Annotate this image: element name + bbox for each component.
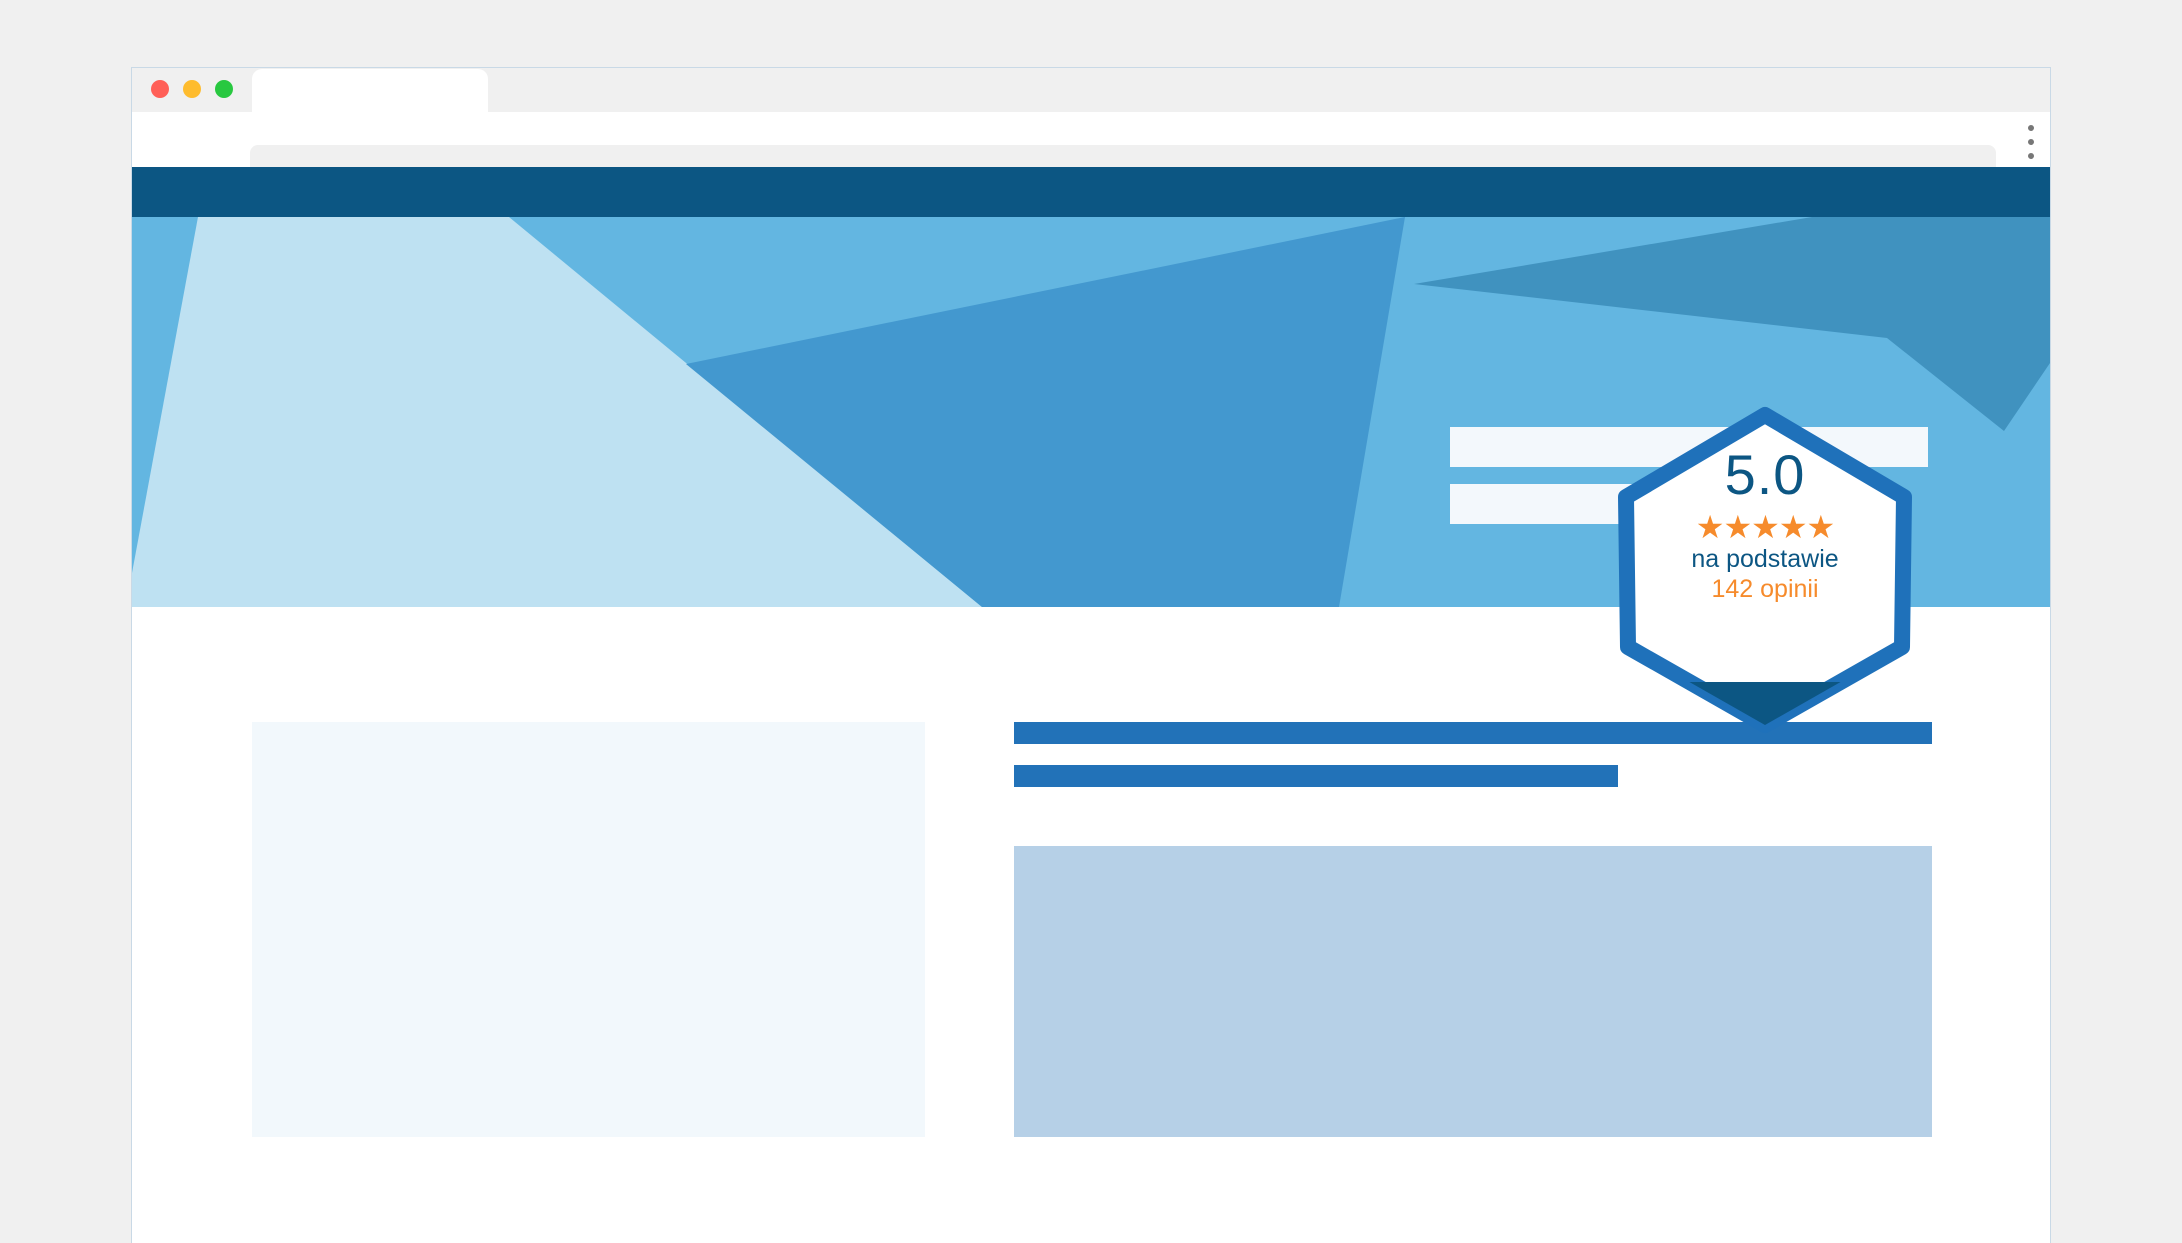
active-tab[interactable]: [252, 69, 488, 112]
content-subheading-placeholder: [1014, 765, 1618, 787]
badge-label: Ocena Firmy: [1679, 621, 1851, 654]
badge-based-on: na podstawie: [1691, 545, 1839, 573]
site-navbar: [132, 167, 2050, 217]
badge-review-count: 142 opinii: [1711, 575, 1819, 603]
content-text-placeholder: [1014, 846, 1932, 1137]
minimize-window-button[interactable]: [183, 80, 201, 98]
badge-score: 5.0: [1724, 443, 1806, 506]
badge-stars: ★★★★★: [1695, 509, 1835, 545]
rating-badge[interactable]: 5.0 ★★★★★ na podstawie 142 opinii Ocena …: [1612, 397, 1918, 743]
badge-label-band: [1626, 682, 1904, 725]
content-image-placeholder: [252, 722, 925, 1137]
more-vertical-icon[interactable]: [2025, 125, 2037, 159]
maximize-window-button[interactable]: [215, 80, 233, 98]
tab-bar: [132, 68, 2050, 112]
close-window-button[interactable]: [151, 80, 169, 98]
